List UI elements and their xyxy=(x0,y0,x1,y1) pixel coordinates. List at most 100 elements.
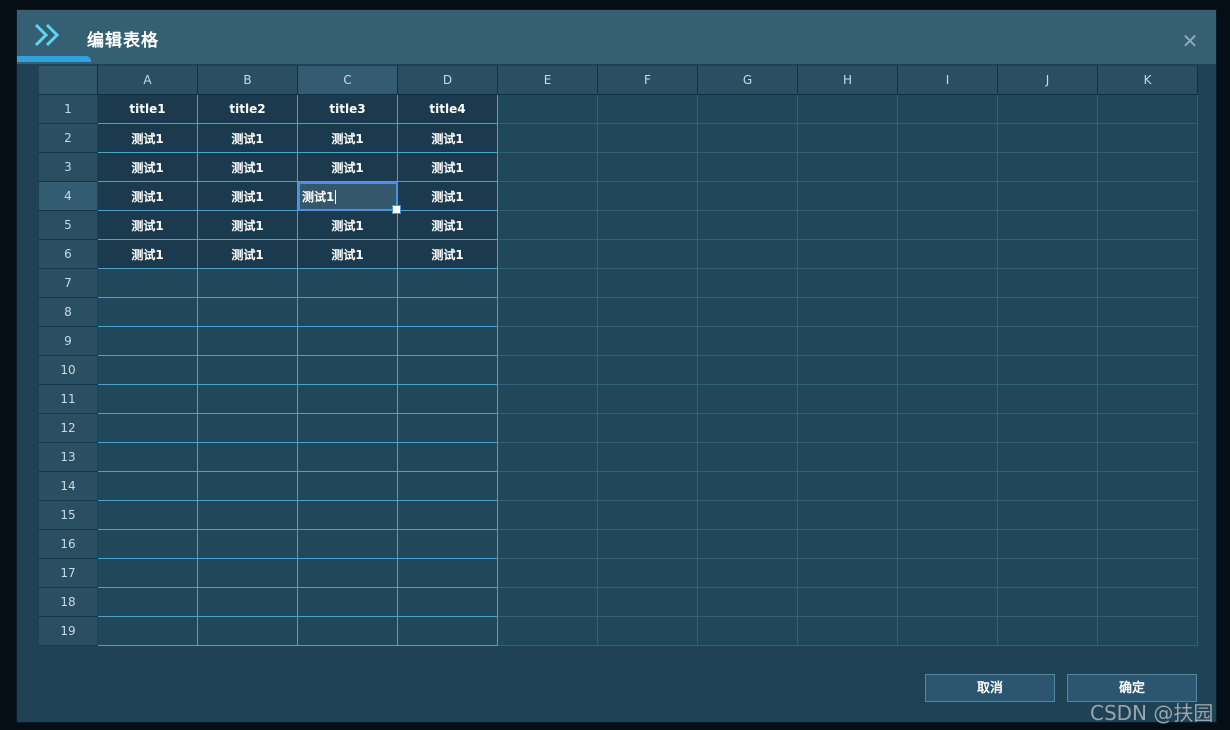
cell-e2[interactable] xyxy=(497,123,598,153)
cell-d4[interactable]: 测试1 xyxy=(397,181,498,211)
cell-e6[interactable] xyxy=(497,239,598,269)
cell-a1[interactable]: title1 xyxy=(97,94,198,124)
cell-h12[interactable] xyxy=(797,413,898,443)
cell-i9[interactable] xyxy=(897,326,998,356)
row-header-17[interactable]: 17 xyxy=(38,558,98,588)
cell-j6[interactable] xyxy=(997,239,1098,269)
cell-f7[interactable] xyxy=(597,268,698,298)
cell-k4[interactable] xyxy=(1097,181,1198,211)
cell-d18[interactable] xyxy=(397,587,498,617)
column-header-h[interactable]: H xyxy=(797,65,898,95)
cell-c13[interactable] xyxy=(297,442,398,472)
cell-k5[interactable] xyxy=(1097,210,1198,240)
cell-k15[interactable] xyxy=(1097,500,1198,530)
row-header-14[interactable]: 14 xyxy=(38,471,98,501)
cell-a19[interactable] xyxy=(97,616,198,646)
cell-j2[interactable] xyxy=(997,123,1098,153)
cell-h9[interactable] xyxy=(797,326,898,356)
corner-header[interactable] xyxy=(38,65,98,95)
column-header-k[interactable]: K xyxy=(1097,65,1198,95)
cell-h6[interactable] xyxy=(797,239,898,269)
cell-d16[interactable] xyxy=(397,529,498,559)
cell-f19[interactable] xyxy=(597,616,698,646)
cell-b4[interactable]: 测试1 xyxy=(197,181,298,211)
row-header-13[interactable]: 13 xyxy=(38,442,98,472)
cell-i16[interactable] xyxy=(897,529,998,559)
row-header-19[interactable]: 19 xyxy=(38,616,98,646)
row-header-12[interactable]: 12 xyxy=(38,413,98,443)
cell-e19[interactable] xyxy=(497,616,598,646)
cell-i12[interactable] xyxy=(897,413,998,443)
row-header-1[interactable]: 1 xyxy=(38,94,98,124)
row-header-3[interactable]: 3 xyxy=(38,152,98,182)
cell-a13[interactable] xyxy=(97,442,198,472)
cell-g6[interactable] xyxy=(697,239,798,269)
cell-k14[interactable] xyxy=(1097,471,1198,501)
cell-j17[interactable] xyxy=(997,558,1098,588)
cell-g8[interactable] xyxy=(697,297,798,327)
cell-g5[interactable] xyxy=(697,210,798,240)
cell-c12[interactable] xyxy=(297,413,398,443)
cell-e5[interactable] xyxy=(497,210,598,240)
cell-k13[interactable] xyxy=(1097,442,1198,472)
cell-i15[interactable] xyxy=(897,500,998,530)
column-header-e[interactable]: E xyxy=(497,65,598,95)
cell-k6[interactable] xyxy=(1097,239,1198,269)
cell-k16[interactable] xyxy=(1097,529,1198,559)
cell-h3[interactable] xyxy=(797,152,898,182)
cell-d15[interactable] xyxy=(397,500,498,530)
cell-g2[interactable] xyxy=(697,123,798,153)
cell-i10[interactable] xyxy=(897,355,998,385)
cell-e9[interactable] xyxy=(497,326,598,356)
column-header-a[interactable]: A xyxy=(97,65,198,95)
cell-d19[interactable] xyxy=(397,616,498,646)
row-header-5[interactable]: 5 xyxy=(38,210,98,240)
cell-i3[interactable] xyxy=(897,152,998,182)
cell-h10[interactable] xyxy=(797,355,898,385)
cell-b16[interactable] xyxy=(197,529,298,559)
cell-h16[interactable] xyxy=(797,529,898,559)
cell-a2[interactable]: 测试1 xyxy=(97,123,198,153)
cell-h2[interactable] xyxy=(797,123,898,153)
column-header-g[interactable]: G xyxy=(697,65,798,95)
cell-g1[interactable] xyxy=(697,94,798,124)
cell-b6[interactable]: 测试1 xyxy=(197,239,298,269)
cell-i19[interactable] xyxy=(897,616,998,646)
row-header-10[interactable]: 10 xyxy=(38,355,98,385)
cell-k11[interactable] xyxy=(1097,384,1198,414)
cell-h7[interactable] xyxy=(797,268,898,298)
cell-g16[interactable] xyxy=(697,529,798,559)
cell-b5[interactable]: 测试1 xyxy=(197,210,298,240)
cell-a4[interactable]: 测试1 xyxy=(97,181,198,211)
cell-c9[interactable] xyxy=(297,326,398,356)
cell-j5[interactable] xyxy=(997,210,1098,240)
cell-j8[interactable] xyxy=(997,297,1098,327)
cell-c1[interactable]: title3 xyxy=(297,94,398,124)
cell-d2[interactable]: 测试1 xyxy=(397,123,498,153)
cell-f2[interactable] xyxy=(597,123,698,153)
cell-d3[interactable]: 测试1 xyxy=(397,152,498,182)
cell-k17[interactable] xyxy=(1097,558,1198,588)
cell-e14[interactable] xyxy=(497,471,598,501)
cell-e4[interactable] xyxy=(497,181,598,211)
cell-i7[interactable] xyxy=(897,268,998,298)
row-header-9[interactable]: 9 xyxy=(38,326,98,356)
cell-i5[interactable] xyxy=(897,210,998,240)
cell-k1[interactable] xyxy=(1097,94,1198,124)
cell-k19[interactable] xyxy=(1097,616,1198,646)
cell-e11[interactable] xyxy=(497,384,598,414)
cell-c16[interactable] xyxy=(297,529,398,559)
cell-i1[interactable] xyxy=(897,94,998,124)
cell-a18[interactable] xyxy=(97,587,198,617)
cell-e17[interactable] xyxy=(497,558,598,588)
cell-h1[interactable] xyxy=(797,94,898,124)
cell-d1[interactable]: title4 xyxy=(397,94,498,124)
cell-h19[interactable] xyxy=(797,616,898,646)
cell-i11[interactable] xyxy=(897,384,998,414)
cell-i18[interactable] xyxy=(897,587,998,617)
cell-a9[interactable] xyxy=(97,326,198,356)
cell-h4[interactable] xyxy=(797,181,898,211)
cell-d5[interactable]: 测试1 xyxy=(397,210,498,240)
cell-j19[interactable] xyxy=(997,616,1098,646)
cell-f1[interactable] xyxy=(597,94,698,124)
